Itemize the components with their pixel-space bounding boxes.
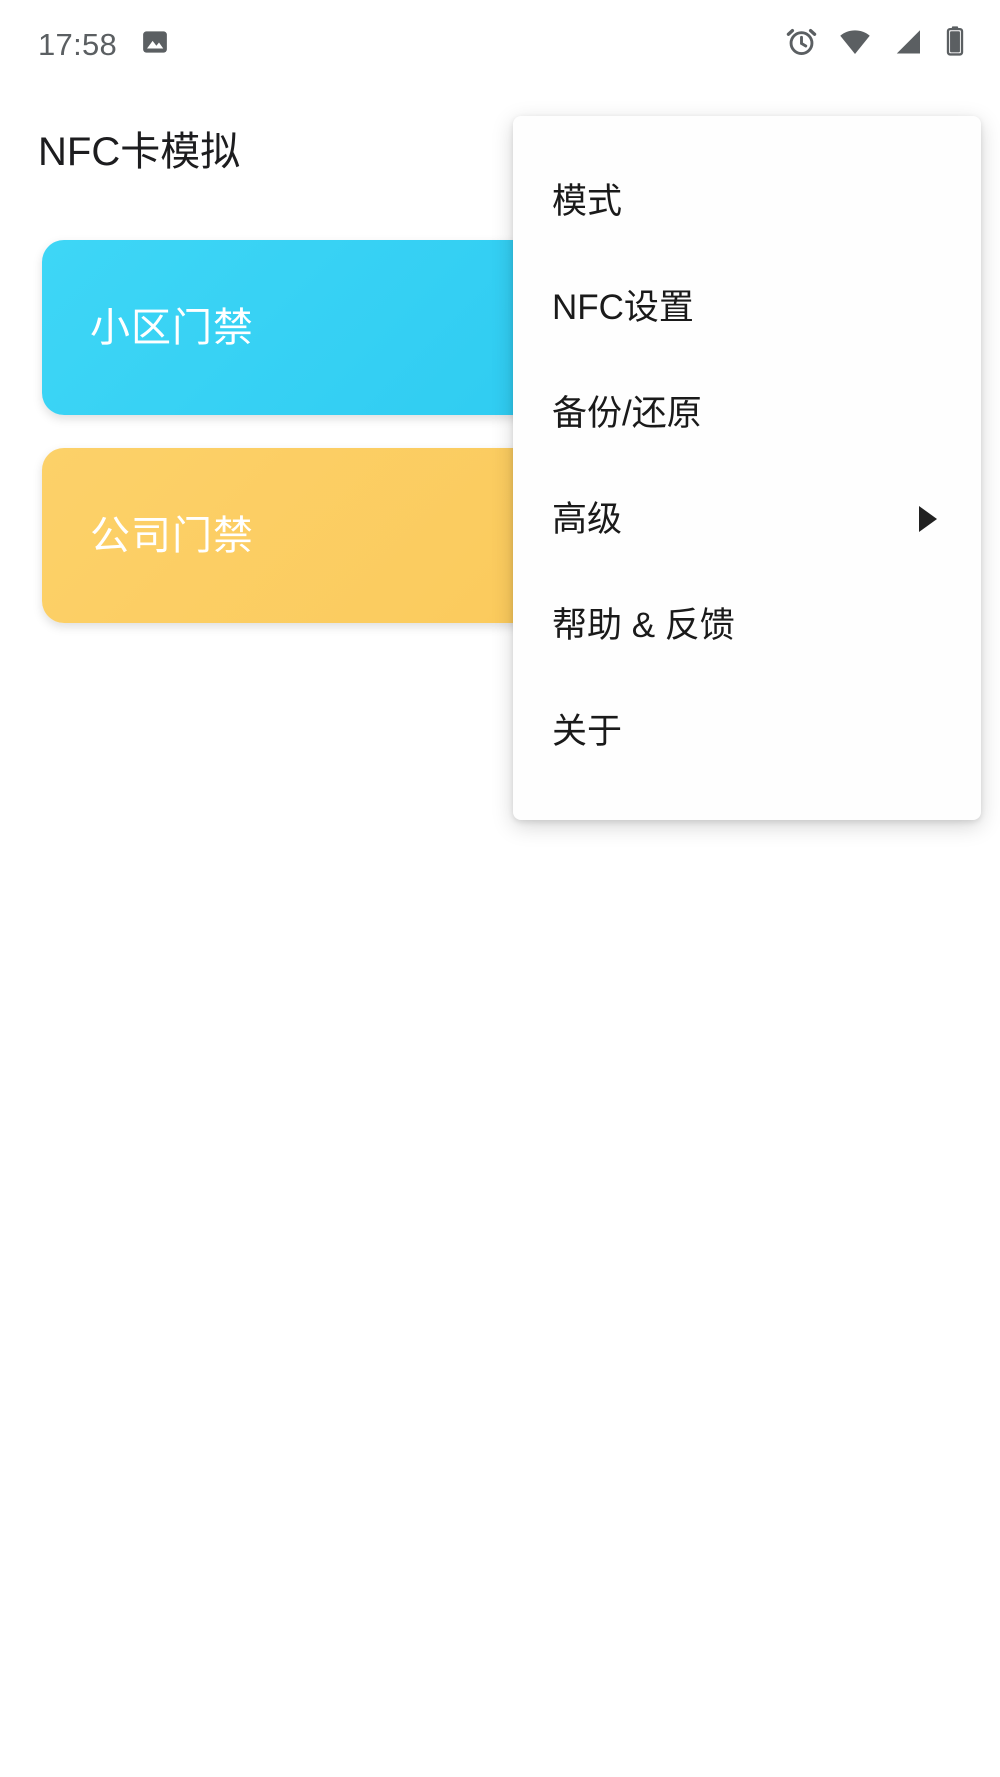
menu-item-help-feedback[interactable]: 帮助 & 反馈 bbox=[513, 572, 981, 678]
alarm-clock-icon bbox=[785, 25, 818, 63]
menu-item-about[interactable]: 关于 bbox=[513, 678, 981, 784]
cellular-signal-icon bbox=[892, 26, 924, 63]
menu-item-label: NFC设置 bbox=[552, 287, 694, 327]
status-bar-right bbox=[785, 25, 966, 64]
page-title: NFC卡模拟 bbox=[38, 130, 241, 174]
menu-item-advanced[interactable]: 高级 bbox=[513, 466, 981, 572]
status-bar-left: 17:58 bbox=[38, 27, 170, 62]
menu-item-label: 模式 bbox=[552, 181, 623, 221]
menu-item-label: 关于 bbox=[552, 711, 623, 751]
menu-item-nfc-settings[interactable]: NFC设置 bbox=[513, 254, 981, 360]
wifi-icon bbox=[838, 25, 872, 64]
nfc-card-label: 公司门禁 bbox=[90, 513, 254, 558]
nfc-card-label: 小区门禁 bbox=[90, 305, 254, 350]
status-bar-clock: 17:58 bbox=[38, 26, 118, 62]
menu-item-label: 帮助 & 反馈 bbox=[552, 605, 735, 645]
overflow-menu: 模式 NFC设置 备份/还原 高级 帮助 & 反馈 关于 bbox=[513, 116, 981, 820]
status-bar: 17:58 bbox=[0, 0, 1000, 88]
photo-notification-icon bbox=[140, 27, 170, 62]
chevron-right-icon bbox=[919, 506, 937, 532]
menu-item-label: 高级 bbox=[552, 499, 623, 539]
menu-item-label: 备份/还原 bbox=[552, 393, 702, 433]
menu-item-mode[interactable]: 模式 bbox=[513, 148, 981, 254]
battery-icon bbox=[944, 25, 966, 63]
menu-item-backup-restore[interactable]: 备份/还原 bbox=[513, 360, 981, 466]
